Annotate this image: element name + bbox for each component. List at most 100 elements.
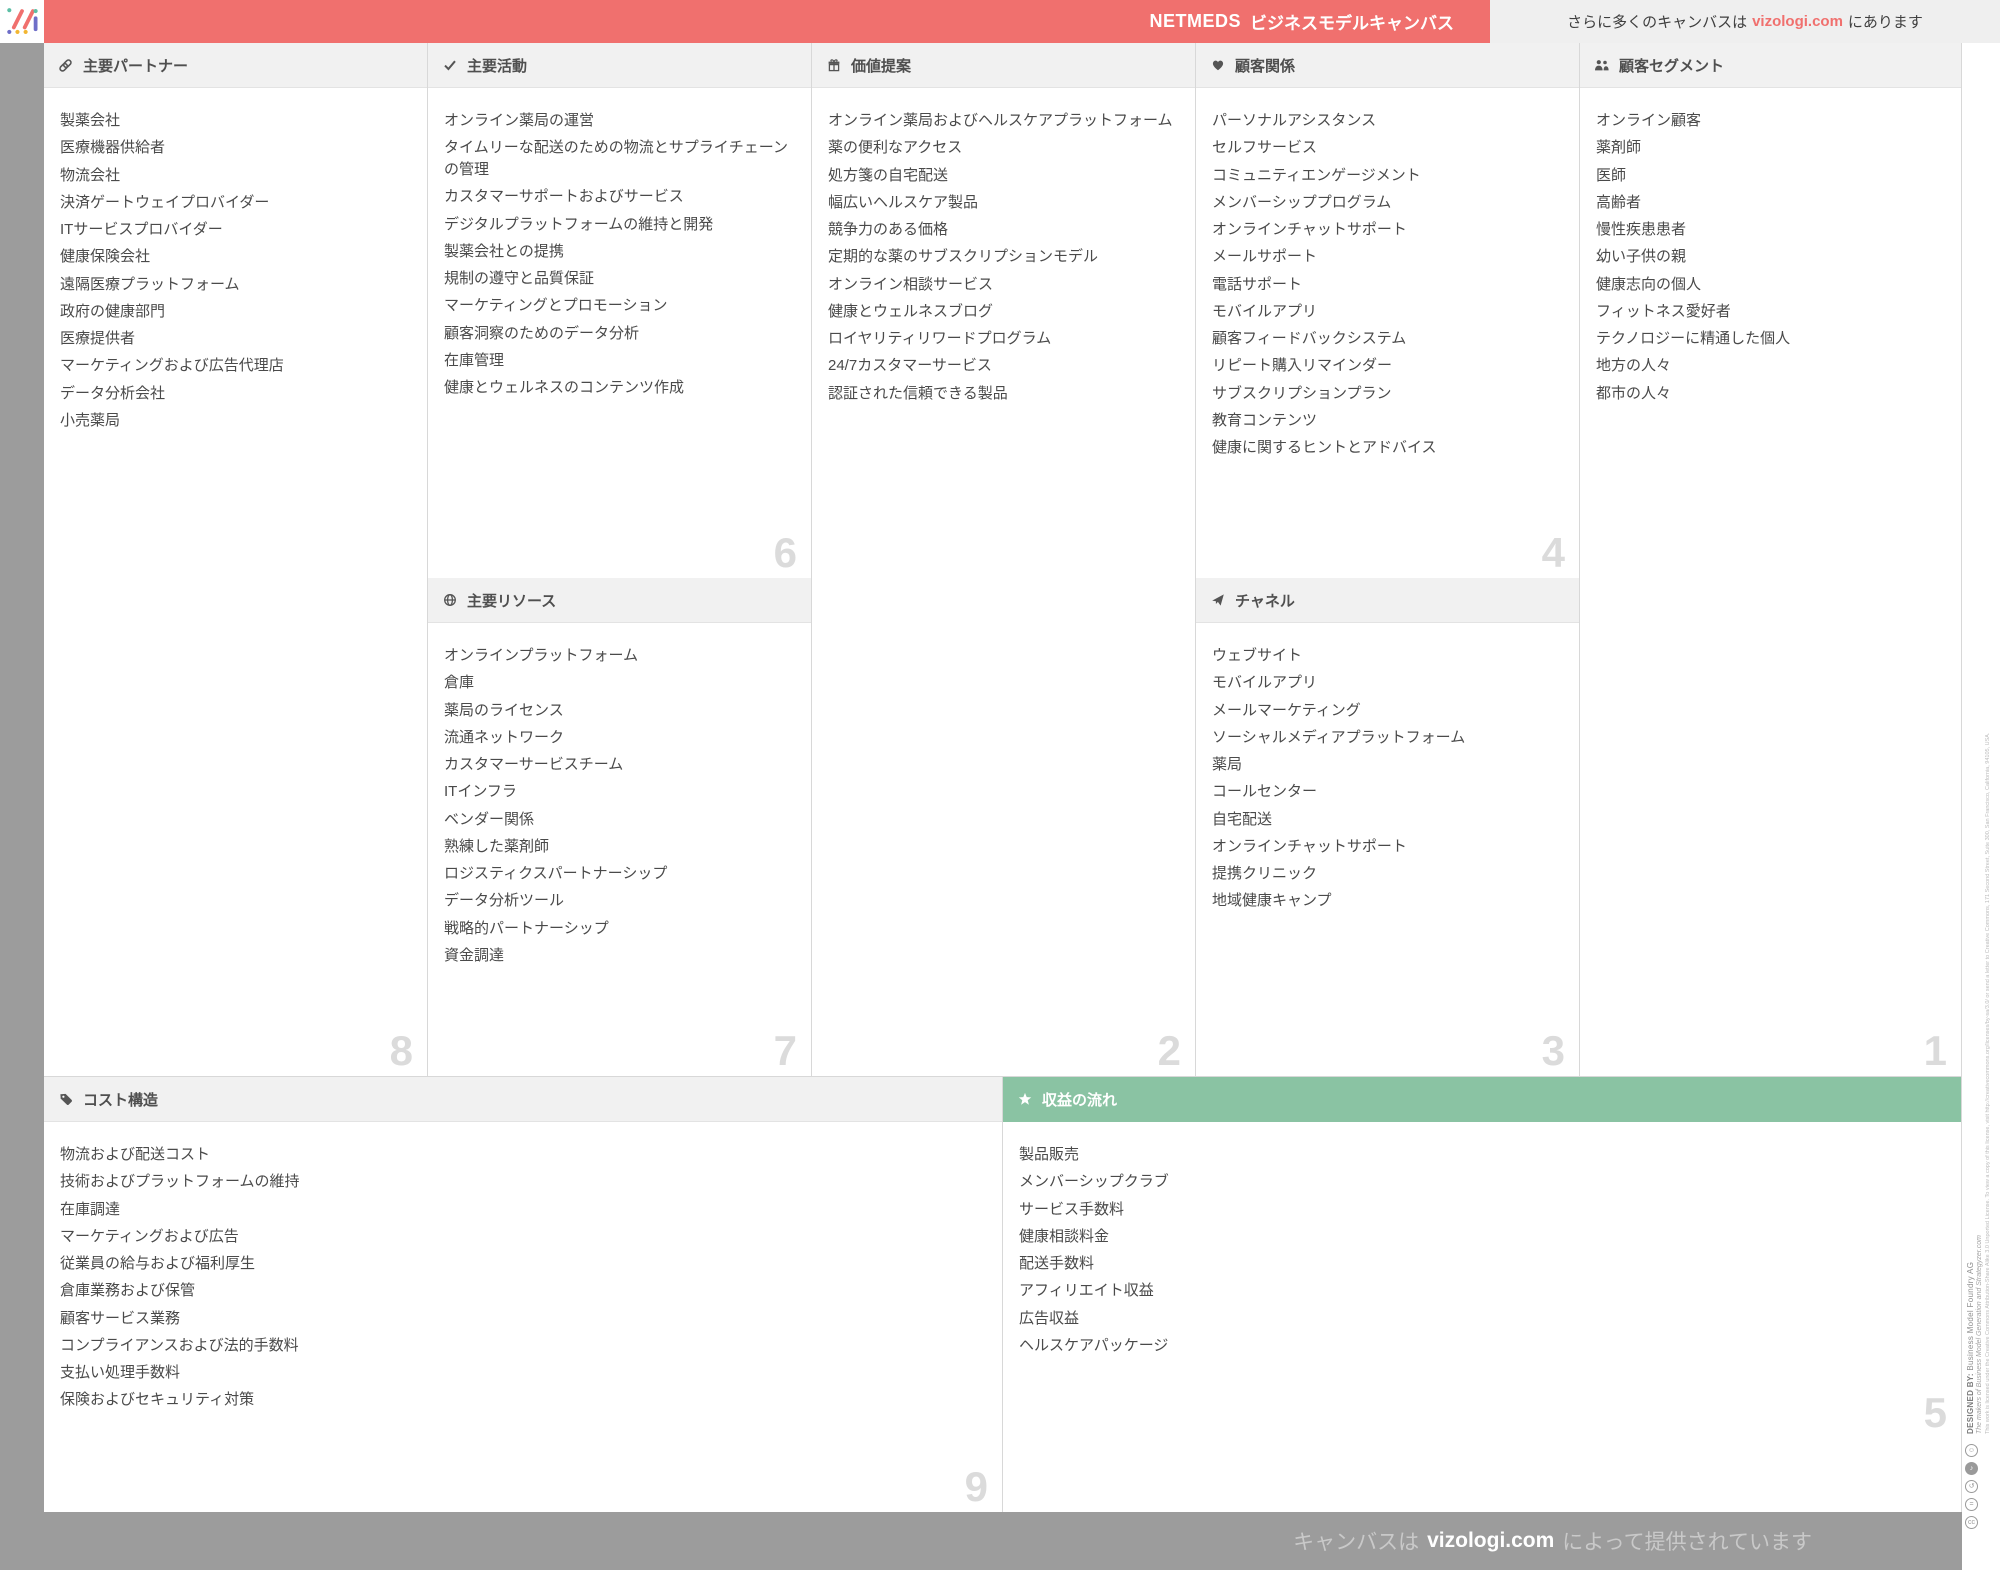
- list-item: マーケティングおよび広告: [60, 1227, 239, 1245]
- list-item: 医療機器供給者: [60, 139, 166, 157]
- revenue-streams-section: 収益の流れ 製品販売 メンバーシップクラブ サービス手数料 健康相談料金 配送手数料 アフ…: [1003, 1077, 1962, 1512]
- list-item: 薬剤師: [1596, 139, 1642, 157]
- list-item: 物流会社: [60, 166, 121, 184]
- cost-structure-section: コスト構造 物流および配送コスト 技術およびプラットフォームの維持 在庫調達 マーケテ…: [44, 1077, 1003, 1512]
- list-item: オンラインチャットサポート: [1212, 221, 1407, 238]
- list-item: ソーシャルメディアプラットフォーム: [1212, 728, 1466, 746]
- footer-bar: キャンバスは vizologi.com によって提供されています: [0, 1512, 1962, 1570]
- list-item: 医療提供者: [60, 330, 136, 347]
- list-item: 在庫管理: [444, 351, 505, 369]
- list-item: ロイヤリティリワードプログラム: [828, 330, 1052, 347]
- list-item: ヘルスケアパッケージ: [1019, 1336, 1169, 1354]
- canvas-title-bar: NETMEDS ビジネスモデルキャンバス: [44, 0, 1490, 43]
- section-number: 4: [1541, 529, 1565, 576]
- list-item: 技術およびプラットフォームの維持: [60, 1173, 300, 1191]
- list-item: サブスクリプションプラン: [1212, 384, 1392, 402]
- list-item: 都市の人々: [1596, 384, 1672, 402]
- customer-segments-list: オンライン顧客 薬剤師 医師 高齢者 慢性疾患患者 幼い子供の親 健康志向の個人 フィットネス…: [1580, 88, 1961, 404]
- list-item: 健康保険会社: [60, 248, 151, 266]
- list-item: 健康に関するヒントとアドバイス: [1212, 439, 1437, 456]
- credits-tagline: The makers of Business Model Generation …: [1976, 1235, 1983, 1434]
- link-icon: [58, 58, 73, 73]
- list-item: 倉庫: [444, 674, 475, 692]
- key-partners-header: 主要パートナー: [44, 43, 427, 88]
- list-item: 製薬会社との提携: [444, 242, 564, 260]
- footer-vizologi-link[interactable]: vizologi.com: [1427, 1529, 1554, 1553]
- promo-suffix: にあります: [1847, 14, 1923, 31]
- list-item: ITサービスプロバイダー: [60, 221, 223, 238]
- list-item: デジタルプラットフォームの維持と開発: [444, 215, 714, 233]
- list-item: カスタマーサポートおよびサービス: [444, 188, 684, 206]
- section-title: 収益の流れ: [1042, 1091, 1118, 1109]
- list-item: 熟練した薬剤師: [444, 837, 550, 855]
- list-item: 慢性疾患患者: [1596, 221, 1687, 238]
- list-item: マーケティングとプロモーション: [444, 297, 668, 315]
- vizologi-link[interactable]: vizologi.com: [1752, 13, 1843, 30]
- list-item: データ分析ツール: [444, 892, 565, 910]
- list-item: 遠隔医療プラットフォーム: [60, 275, 240, 293]
- customer-relationships-section: 顧客関係 パーソナルアシスタンス セルフサービス コミュニティエンゲージメント メンバ…: [1196, 43, 1580, 578]
- list-item: フィットネス愛好者: [1596, 302, 1731, 320]
- section-number: 9: [964, 1463, 988, 1510]
- gift-icon: [826, 58, 841, 73]
- designed-by-label: DESIGNED BY:: [1966, 1373, 1975, 1434]
- list-item: 処方箋の自宅配送: [828, 166, 949, 184]
- page-title: ビジネスモデルキャンバス: [1250, 14, 1454, 33]
- list-item: 決済ゲートウェイプロバイダー: [60, 193, 270, 211]
- list-item: 製薬会社: [60, 112, 121, 129]
- list-item: オンライン薬局の運営: [444, 112, 595, 129]
- list-item: 地域健康キャンプ: [1212, 892, 1332, 910]
- list-item: 物流および配送コスト: [60, 1146, 211, 1163]
- list-item: 高齢者: [1596, 193, 1642, 211]
- section-title: チャネル: [1235, 592, 1295, 610]
- customer-segments-header: 顧客セグメント: [1580, 43, 1961, 88]
- list-item: オンライン顧客: [1596, 112, 1702, 129]
- vizologi-logo[interactable]: [0, 0, 44, 43]
- list-item: メンバーシッププログラム: [1212, 193, 1392, 211]
- list-item: ウェブサイト: [1212, 647, 1303, 664]
- promo-bar: さらに多くのキャンバスは vizologi.com にあります: [1490, 0, 2000, 43]
- list-item: 従業員の給与および福利厚生: [60, 1255, 256, 1272]
- list-item: 医師: [1596, 166, 1627, 184]
- list-item: コミュニティエンゲージメント: [1212, 166, 1421, 184]
- list-item: 戦略的パートナーシップ: [444, 919, 609, 937]
- list-item: オンラインチャットサポート: [1212, 837, 1407, 855]
- key-resources-list: オンラインプラットフォーム 倉庫 薬局のライセンス 流通ネットワーク カスタマーサービス…: [428, 623, 811, 967]
- key-activities-list: オンライン薬局の運営 タイムリーな配送のための物流とサプライチェーンの管理 カスタマ…: [428, 88, 811, 399]
- license-text: This work is licensed under the Creative…: [1985, 733, 1991, 1435]
- cc-by-icon: ☺: [1965, 1444, 1978, 1457]
- list-item: オンラインプラットフォーム: [444, 647, 639, 664]
- list-item: 24/7カスタマーサービス: [828, 357, 992, 375]
- list-item: 競争力のある価格: [828, 221, 949, 238]
- list-item: メンバーシップクラブ: [1019, 1173, 1169, 1191]
- channels-header: チャネル: [1196, 578, 1579, 623]
- list-item: 顧客サービス業務: [60, 1309, 181, 1327]
- cc-share-alike-icon: ↺: [1965, 1480, 1978, 1493]
- designed-by-value: Business Model Foundry AG: [1966, 1261, 1975, 1371]
- left-edge-strip: [0, 43, 44, 1512]
- list-item: テクノロジーに精通した個人: [1596, 330, 1791, 347]
- customer-segments-section: 顧客セグメント オンライン顧客 薬剤師 医師 高齢者 慢性疾患患者 幼い子供の親 健康志向の…: [1580, 43, 1962, 1077]
- section-title: 主要活動: [467, 57, 528, 75]
- list-item: 教育コンテンツ: [1212, 411, 1318, 429]
- list-item: 顧客洞察のためのデータ分析: [444, 324, 640, 342]
- list-item: 健康相談料金: [1019, 1227, 1110, 1245]
- list-item: 幅広いヘルスケア製品: [828, 193, 979, 211]
- star-icon: [1017, 1092, 1032, 1107]
- business-model-canvas-page: { "header": { "brand": "NETMEDS", "title…: [0, 0, 2000, 1570]
- cc-icon: cc: [1965, 1516, 1978, 1529]
- list-item: 配送手数料: [1019, 1255, 1095, 1272]
- list-item: 自宅配送: [1212, 810, 1273, 828]
- list-item: セルフサービス: [1212, 139, 1318, 157]
- key-partners-section: 主要パートナー 製薬会社医療機器供給者 物流会社決済ゲートウェイプロバイダー ITサ…: [44, 43, 428, 1077]
- check-icon: [442, 58, 457, 73]
- customer-relationships-header: 顧客関係: [1196, 43, 1579, 88]
- value-propositions-section: 価値提案 オンライン薬局およびヘルスケアプラットフォーム 薬の便利なアクセス 処方箋…: [812, 43, 1196, 1077]
- list-item: カスタマーサービスチーム: [444, 756, 624, 773]
- key-resources-section: 主要リソース オンラインプラットフォーム 倉庫 薬局のライセンス 流通ネットワーク カス…: [428, 578, 812, 1077]
- paper-plane-icon: [1210, 593, 1225, 608]
- section-title: 価値提案: [851, 57, 912, 75]
- list-item: 倉庫業務および保管: [60, 1282, 196, 1300]
- globe-icon: [442, 593, 457, 608]
- customer-relationships-list: パーソナルアシスタンス セルフサービス コミュニティエンゲージメント メンバーシッププ…: [1196, 88, 1579, 459]
